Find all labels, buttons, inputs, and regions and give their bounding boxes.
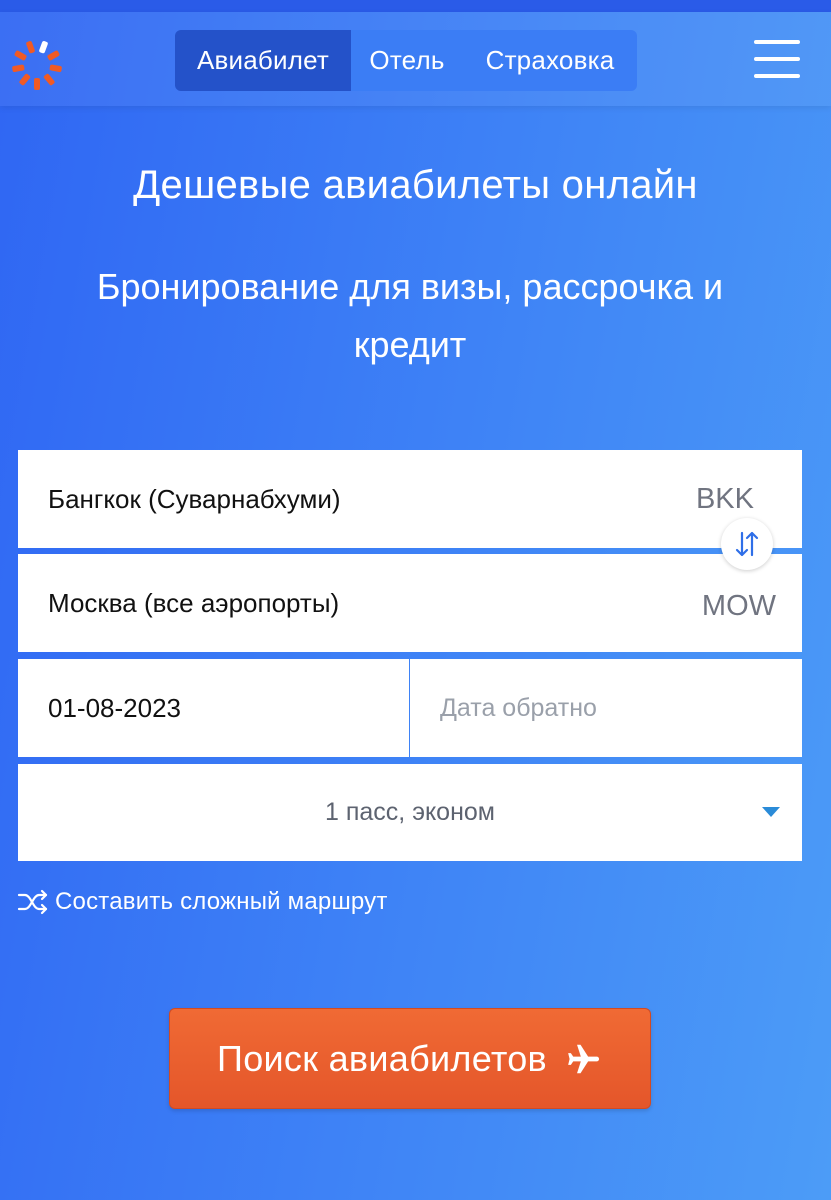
burger-line <box>754 57 800 61</box>
burger-line <box>754 40 800 44</box>
origin-code: BKK <box>695 483 754 515</box>
shuffle-icon <box>17 889 48 915</box>
logo-icon[interactable] <box>10 38 64 92</box>
search-button-label: Поиск авиабилетов <box>217 1037 547 1079</box>
dropdown-caret-icon <box>762 807 780 817</box>
destination-code: MOW <box>701 590 776 622</box>
tab-avia[interactable]: Авиабилет <box>175 30 351 91</box>
origin-city: Бангкок (Суварнабхуми) <box>48 484 341 515</box>
burger-line <box>754 74 800 78</box>
passengers-select[interactable]: 1 пасс, эконом <box>18 764 802 861</box>
complex-route-link[interactable]: Составить сложный маршрут <box>17 884 388 920</box>
destination-city: Москва (все аэропорты) <box>48 588 340 618</box>
depart-date-field[interactable]: 01-08-2023 <box>18 659 409 757</box>
airplane-icon <box>568 1044 600 1073</box>
return-date-placeholder: Дата обратно <box>440 694 597 722</box>
swap-arrows-icon <box>735 531 759 557</box>
product-tabs: Авиабилет Отель Страховка <box>175 30 637 91</box>
destination-field[interactable]: Москва (все аэропорты) MOW <box>18 554 802 652</box>
page-subtitle: Бронирование для визы, рассрочка и креди… <box>96 266 724 365</box>
page-title: Дешевые авиабилеты онлайн <box>133 163 698 207</box>
passengers-value: 1 пасс, эконом <box>325 798 495 826</box>
complex-route-label: Составить сложный маршрут <box>55 888 388 915</box>
header: Авиабилет Отель Страховка <box>0 12 831 106</box>
origin-field[interactable]: Бангкок (Суварнабхуми) BKK <box>18 450 802 548</box>
top-strip <box>0 0 831 12</box>
swap-button[interactable] <box>721 518 773 570</box>
search-button[interactable]: Поиск авиабилетов <box>169 1008 651 1109</box>
origin-city-text: Бангкок (Суварнабхуми) <box>48 484 341 514</box>
tab-hotel[interactable]: Отель <box>351 30 463 91</box>
depart-date-value: 01-08-2023 <box>48 693 181 723</box>
return-date-field[interactable]: Дата обратно <box>410 659 802 757</box>
hamburger-icon[interactable] <box>754 40 800 80</box>
tab-insurance[interactable]: Страховка <box>463 30 637 91</box>
